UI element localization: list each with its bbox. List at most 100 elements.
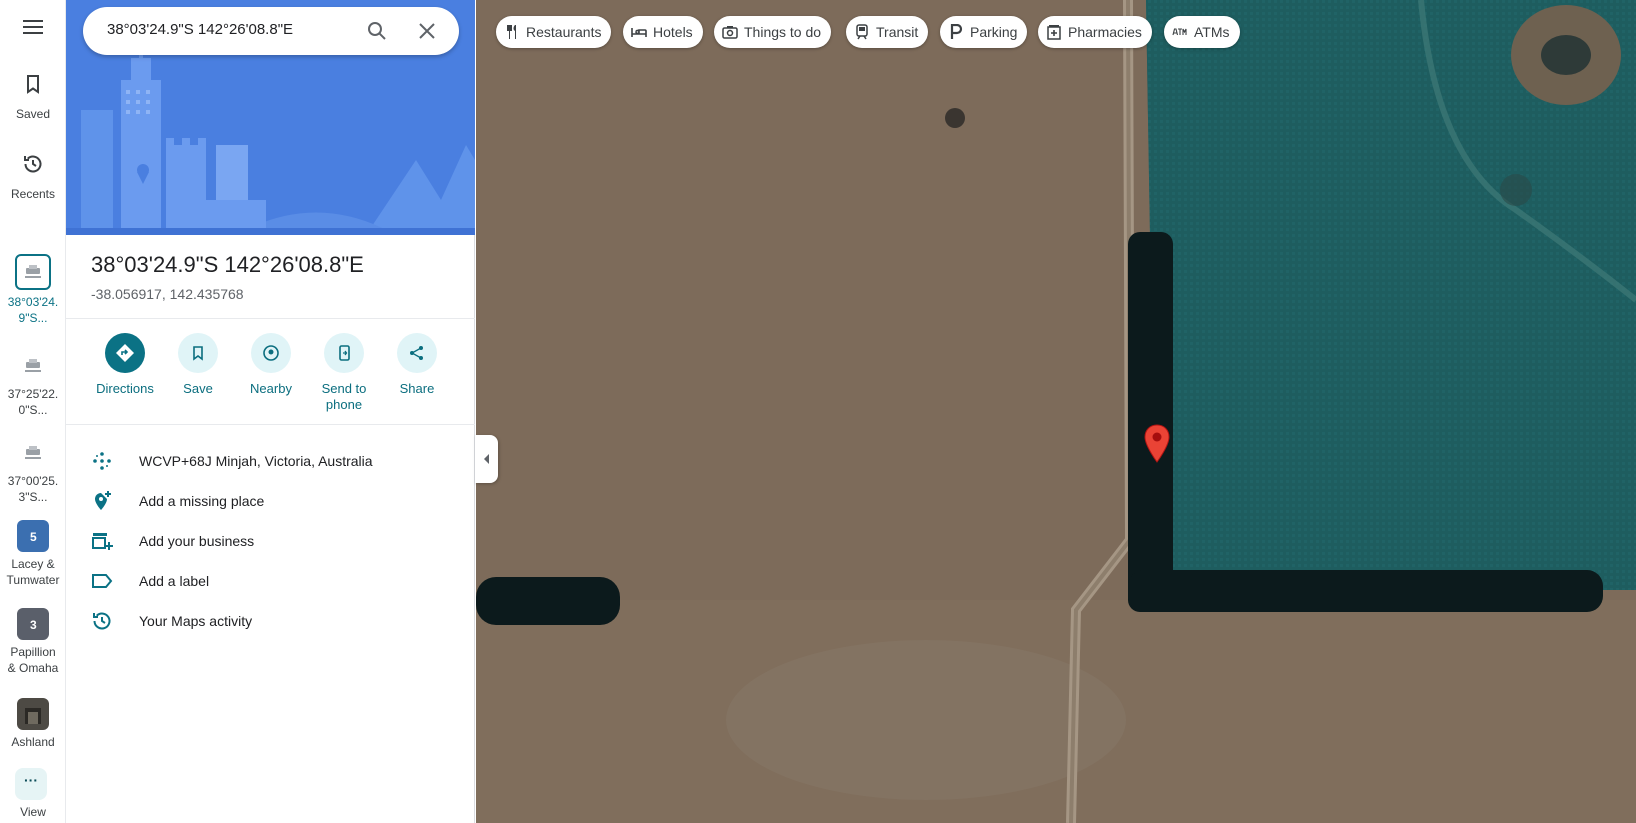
chip-label: Pharmacies xyxy=(1068,24,1142,40)
recent-item-2[interactable]: 37°25'22. 0"S... xyxy=(0,350,66,418)
hamburger-menu-icon xyxy=(23,20,43,34)
recent-item-label: 37°00'25. xyxy=(7,474,59,488)
divider xyxy=(66,424,475,425)
chevron-left-icon xyxy=(484,454,489,464)
chip-transit[interactable]: Transit xyxy=(846,16,929,48)
recent-item-label: Ashland xyxy=(11,735,55,749)
close-icon[interactable] xyxy=(415,19,439,43)
directions-button[interactable]: Directions xyxy=(85,333,165,397)
maps-activity-text: Your Maps activity xyxy=(139,613,253,629)
chip-atms[interactable]: ATMs xyxy=(1164,16,1240,48)
chip-label: Transit xyxy=(876,24,919,40)
maps-app: Saved Recents 38°03'24. 9"S... 37°25'22.… xyxy=(0,0,1636,823)
add-missing-place-row[interactable]: Add a missing place xyxy=(66,481,475,521)
directions-label: Directions xyxy=(96,381,154,396)
send-to-phone-button[interactable]: Send to phone xyxy=(304,333,384,413)
save-label: Save xyxy=(183,381,213,396)
recent-item-label-2: 0"S... xyxy=(18,403,48,417)
share-label: Share xyxy=(399,381,435,396)
chip-label: ATMs xyxy=(1194,24,1230,40)
camera-icon xyxy=(722,26,738,39)
send-label-line1: Send to xyxy=(321,381,367,396)
left-rail: Saved Recents 38°03'24. 9"S... 37°25'22.… xyxy=(0,0,66,823)
pin-thumbnail-icon xyxy=(17,350,49,382)
photo-thumbnail: 5 xyxy=(17,520,49,552)
recent-item-label-2: 3"S... xyxy=(18,490,48,504)
view-label: View xyxy=(20,805,46,819)
recents-button[interactable]: Recents xyxy=(0,152,66,202)
recent-item-3[interactable]: 37°00'25. 3"S... xyxy=(0,437,66,505)
add-business-icon xyxy=(92,533,113,550)
chip-label: Restaurants xyxy=(526,24,602,40)
add-business-row[interactable]: Add your business xyxy=(66,521,475,561)
menu-button[interactable] xyxy=(0,18,66,44)
bookmark-icon xyxy=(193,346,203,361)
location-pin-icon[interactable] xyxy=(1143,424,1171,464)
recent-item-6[interactable]: Ashland xyxy=(0,698,66,750)
recent-item-label-2: Tumwater xyxy=(6,573,60,587)
share-button[interactable]: Share xyxy=(377,333,457,397)
plus-code-icon xyxy=(93,452,111,470)
view-more-button[interactable]: ··· xyxy=(15,768,47,800)
recent-item-1[interactable]: 38°03'24. 9"S... xyxy=(0,254,66,326)
hotel-icon xyxy=(631,28,647,37)
label-icon xyxy=(92,574,113,588)
save-circle xyxy=(178,333,218,373)
hero-illustration xyxy=(66,0,475,235)
photo-thumbnail: 3 xyxy=(17,608,49,640)
search-icon[interactable] xyxy=(365,19,389,43)
recent-item-4[interactable]: 5 Lacey & Tumwater xyxy=(0,520,66,588)
train-icon xyxy=(856,24,868,40)
recent-item-label-2: & Omaha xyxy=(7,661,59,675)
count-badge: 3 xyxy=(30,618,37,632)
chip-label: Hotels xyxy=(653,24,693,40)
recent-item-label: 37°25'22. xyxy=(7,387,59,401)
chip-label: Things to do xyxy=(744,24,822,40)
recent-item-5[interactable]: 3 Papillion & Omaha xyxy=(0,608,66,676)
share-circle xyxy=(397,333,437,373)
photo-thumbnail xyxy=(17,698,49,730)
add-label-text: Add a label xyxy=(139,573,210,589)
send-label-line2: phone xyxy=(325,397,363,412)
satellite-imagery xyxy=(476,0,1636,823)
nearby-label: Nearby xyxy=(250,381,292,396)
bookmark-icon xyxy=(27,75,39,94)
maps-activity-row[interactable]: Your Maps activity xyxy=(66,601,475,641)
send-to-phone-label: Send to phone xyxy=(304,381,384,413)
count-badge: 5 xyxy=(30,530,37,544)
pin-thumbnail-icon xyxy=(15,254,51,290)
recents-label: Recents xyxy=(10,187,56,201)
place-coordinates: -38.056917, 142.435768 xyxy=(91,286,244,302)
chip-things-to-do[interactable]: Things to do xyxy=(714,16,832,48)
recent-item-label: Papillion xyxy=(10,645,56,659)
satellite-map[interactable] xyxy=(476,0,1636,823)
plus-code-row[interactable]: WCVP+68J Minjah, Victoria, Australia xyxy=(66,441,475,481)
share-icon xyxy=(410,346,423,360)
place-title: 38°03'24.9"S 142°26'08.8"E xyxy=(91,252,364,277)
nearby-circle xyxy=(251,333,291,373)
nearby-icon xyxy=(263,345,279,361)
divider xyxy=(66,318,475,319)
atm-icon xyxy=(1172,28,1187,36)
pharmacy-icon xyxy=(1047,25,1061,40)
chip-restaurants[interactable]: Restaurants xyxy=(496,16,612,48)
chip-pharmacies[interactable]: Pharmacies xyxy=(1038,16,1152,48)
collapse-panel-button[interactable] xyxy=(475,435,498,483)
search-box xyxy=(83,7,459,55)
search-input[interactable] xyxy=(107,21,367,38)
recent-item-label: Lacey & xyxy=(11,557,55,571)
chip-parking[interactable]: Parking xyxy=(940,16,1028,48)
chip-hotels[interactable]: Hotels xyxy=(623,16,703,48)
nearby-button[interactable]: Nearby xyxy=(231,333,311,397)
saved-button[interactable]: Saved xyxy=(0,72,66,122)
chip-label: Parking xyxy=(970,24,1018,40)
save-button[interactable]: Save xyxy=(158,333,238,397)
plus-code-text: WCVP+68J Minjah, Victoria, Australia xyxy=(139,453,373,469)
add-business-text: Add your business xyxy=(139,533,255,549)
history-icon xyxy=(93,612,111,630)
saved-label: Saved xyxy=(15,107,51,121)
phone-icon xyxy=(339,345,350,361)
add-location-icon xyxy=(95,491,111,510)
add-missing-place-text: Add a missing place xyxy=(139,493,265,509)
add-label-row[interactable]: Add a label xyxy=(66,561,475,601)
